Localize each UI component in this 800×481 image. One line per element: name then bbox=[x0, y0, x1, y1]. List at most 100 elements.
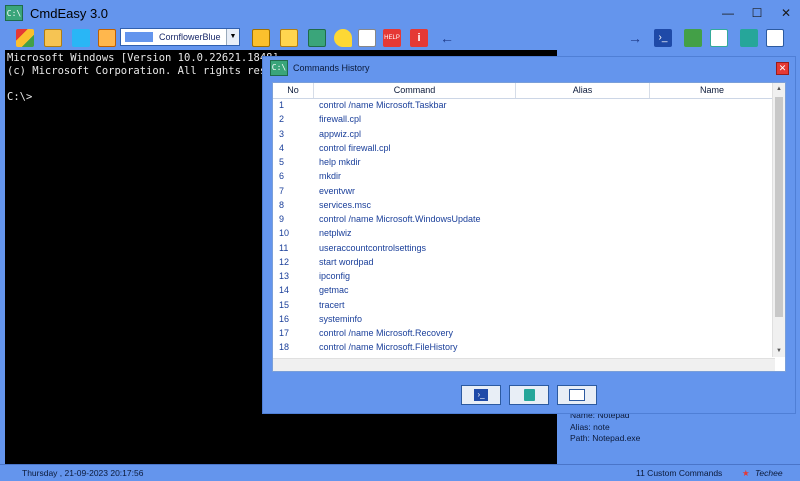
document-icon[interactable] bbox=[358, 29, 376, 47]
column-header-alias[interactable]: Alias bbox=[516, 83, 650, 98]
minimize-icon[interactable]: — bbox=[716, 4, 740, 22]
cell-command: appwiz.cpl bbox=[319, 128, 362, 139]
cell-no: 1 bbox=[279, 100, 285, 110]
cell-no: 4 bbox=[279, 142, 285, 153]
cell-no: 9 bbox=[279, 214, 285, 224]
cell-no: 13 bbox=[279, 271, 290, 281]
pin-icon[interactable] bbox=[334, 29, 352, 47]
cell-no: 10 bbox=[279, 228, 290, 239]
arrow-left-icon[interactable]: ← bbox=[438, 29, 456, 47]
history-table[interactable]: No Command Alias Name 1 control /name Mic… bbox=[272, 82, 786, 372]
add-doc-icon[interactable] bbox=[710, 29, 728, 47]
cell-command: getmac bbox=[319, 285, 349, 296]
trash-icon bbox=[524, 389, 535, 401]
trash-icon[interactable] bbox=[740, 29, 758, 47]
table-row[interactable]: 7 eventvwr bbox=[273, 185, 775, 199]
cell-command: services.msc bbox=[319, 199, 372, 210]
scrollbar-thumb[interactable] bbox=[775, 97, 783, 317]
edit-icon[interactable] bbox=[98, 29, 116, 47]
table-row[interactable]: 12 start wordpad bbox=[273, 256, 775, 270]
scroll-up-icon[interactable]: ▲ bbox=[773, 83, 785, 95]
cell-no: 3 bbox=[279, 128, 285, 139]
table-row[interactable]: 10 netplwiz bbox=[273, 227, 775, 241]
help-icon[interactable]: HELP bbox=[383, 29, 401, 47]
dialog-close-icon[interactable]: ✕ bbox=[776, 62, 789, 75]
cell-command: control firewall.cpl bbox=[319, 142, 391, 153]
column-header-name[interactable]: Name bbox=[650, 83, 775, 98]
cell-no: 2 bbox=[279, 114, 285, 125]
run-command-button[interactable]: ›_ bbox=[461, 385, 501, 405]
window-title: CmdEasy 3.0 bbox=[30, 6, 109, 21]
table-body: 1 control /name Microsoft.Taskbar 2 firewal… bbox=[273, 99, 775, 357]
cmd-icon[interactable] bbox=[308, 29, 326, 47]
table-header: No Command Alias Name bbox=[273, 83, 775, 99]
table-row[interactable]: 16 systeminfo bbox=[273, 313, 775, 327]
status-custom-count: 11 Custom Commands bbox=[636, 468, 723, 478]
cell-command: tracert bbox=[319, 299, 345, 310]
cell-command: control /name Microsoft.FileHistory bbox=[319, 342, 458, 353]
edit-doc-icon[interactable] bbox=[684, 29, 702, 47]
cell-command: useraccountcontrolsettings bbox=[319, 242, 427, 253]
info-path: Path: Notepad.exe bbox=[570, 433, 641, 443]
window-close-icon[interactable] bbox=[766, 29, 784, 47]
table-row[interactable]: 6 mkdir bbox=[273, 170, 775, 184]
table-row[interactable]: 17 control /name Microsoft.Recovery bbox=[273, 327, 775, 341]
cell-command: help mkdir bbox=[319, 157, 361, 167]
puzzle-icon[interactable] bbox=[72, 29, 90, 47]
column-header-command[interactable]: Command bbox=[314, 83, 516, 98]
table-row[interactable]: 19 control /name Microsoft.BackupAndResto… bbox=[273, 356, 775, 358]
horizontal-scrollbar[interactable] bbox=[273, 358, 775, 371]
color-select[interactable]: CornflowerBlue ▼ bbox=[120, 28, 240, 46]
cell-no: 16 bbox=[279, 313, 290, 324]
window-icon[interactable] bbox=[280, 29, 298, 47]
table-row[interactable]: 2 firewall.cpl bbox=[273, 113, 775, 127]
app-icon: C:\ bbox=[5, 5, 23, 21]
table-row[interactable]: 5 help mkdir bbox=[273, 156, 775, 170]
font-icon[interactable] bbox=[44, 29, 62, 47]
status-datetime: Thursday , 21-09-2023 20:17:56 bbox=[22, 468, 144, 478]
cell-no: 19 bbox=[279, 357, 289, 358]
status-bar: Thursday , 21-09-2023 20:17:56 11 Custom… bbox=[0, 464, 800, 481]
maximize-icon[interactable]: ☐ bbox=[745, 4, 769, 22]
dialog-app-icon: C:\ bbox=[270, 60, 288, 76]
table-row[interactable]: 14 getmac bbox=[273, 284, 775, 298]
powershell-icon[interactable]: ›_ bbox=[654, 29, 672, 47]
vertical-scrollbar[interactable]: ▲ ▼ bbox=[772, 83, 785, 357]
table-row[interactable]: 3 appwiz.cpl bbox=[273, 128, 775, 142]
delete-history-button[interactable] bbox=[509, 385, 549, 405]
table-row[interactable]: 9 control /name Microsoft.WindowsUpdate bbox=[273, 213, 775, 227]
color-select-value: CornflowerBlue bbox=[159, 32, 221, 42]
cell-no: 15 bbox=[279, 299, 290, 310]
cell-command: firewall.cpl bbox=[319, 114, 362, 125]
table-row[interactable]: 1 control /name Microsoft.Taskbar bbox=[273, 99, 775, 113]
cell-command: control /name Microsoft.BackupAndRestore bbox=[319, 357, 493, 358]
cell-no: 11 bbox=[279, 242, 289, 253]
cell-no: 12 bbox=[279, 256, 290, 267]
column-header-no[interactable]: No bbox=[273, 83, 314, 98]
cell-command: netplwiz bbox=[319, 228, 352, 239]
table-row[interactable]: 8 services.msc bbox=[273, 199, 775, 213]
cell-command: eventvwr bbox=[319, 185, 356, 196]
table-row[interactable]: 15 tracert bbox=[273, 299, 775, 313]
palette-icon[interactable] bbox=[16, 29, 34, 47]
cell-no: 17 bbox=[279, 328, 290, 338]
table-row[interactable]: 4 control firewall.cpl bbox=[273, 142, 775, 156]
table-row[interactable]: 13 ipconfig bbox=[273, 270, 775, 284]
cell-command: systeminfo bbox=[319, 313, 363, 324]
cell-no: 5 bbox=[279, 157, 285, 167]
table-row[interactable]: 18 control /name Microsoft.FileHistory bbox=[273, 341, 775, 355]
cell-command: mkdir bbox=[319, 171, 341, 182]
info-icon[interactable]: i bbox=[410, 29, 428, 47]
cell-command: control /name Microsoft.Taskbar bbox=[319, 100, 447, 110]
chevron-down-icon[interactable]: ▼ bbox=[226, 29, 239, 45]
color-swatch bbox=[125, 32, 153, 42]
table-row[interactable]: 11 useraccountcontrolsettings bbox=[273, 242, 775, 256]
brand-logo-icon: ★ bbox=[742, 468, 750, 478]
arrow-right-icon[interactable]: → bbox=[626, 29, 644, 47]
folder-icon[interactable] bbox=[252, 29, 270, 47]
dialog-title: Commands History bbox=[293, 63, 370, 73]
scroll-down-icon[interactable]: ▼ bbox=[773, 345, 785, 357]
close-window-button[interactable] bbox=[557, 385, 597, 405]
cell-command: start wordpad bbox=[319, 256, 374, 267]
close-icon[interactable]: ✕ bbox=[774, 4, 798, 22]
